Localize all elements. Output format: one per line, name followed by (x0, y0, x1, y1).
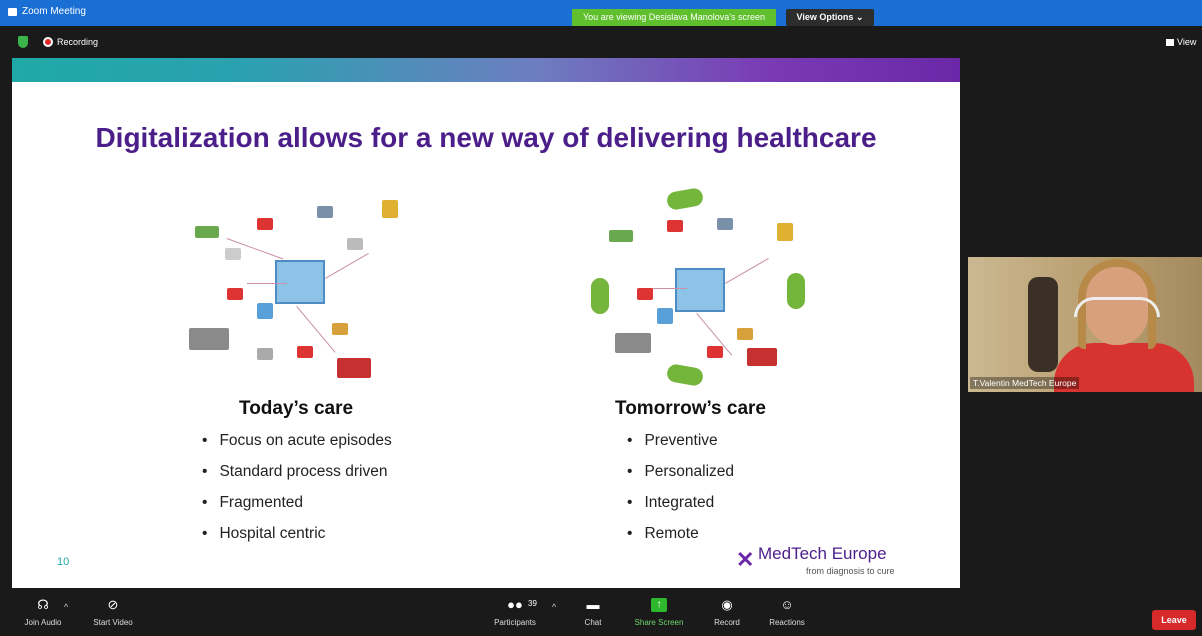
cycle-arrow-icon (665, 187, 705, 211)
start-video-label: Start Video (93, 618, 133, 627)
clinic-icon (257, 218, 273, 230)
security-shield-icon[interactable] (18, 36, 28, 48)
device-icon (257, 348, 273, 360)
slide-title: Digitalization allows for a new way of d… (95, 122, 877, 153)
clinic-icon (667, 220, 683, 232)
participants-options-chevron-icon[interactable]: ^ (552, 602, 556, 612)
participant-name-label: T.Valentin MedTech Europe (970, 377, 1080, 389)
chat-icon: ▬ (586, 597, 600, 612)
leave-button[interactable]: Leave (1152, 610, 1196, 630)
house-red-icon (337, 358, 371, 378)
viewing-screen-banner: You are viewing Desislava Manolova's scr… (572, 9, 776, 26)
meeting-topbar: Recording View (0, 26, 1202, 58)
house-red-icon (747, 348, 777, 366)
chat-button[interactable]: ▬ Chat (558, 597, 628, 628)
share-screen-icon: ↑ (651, 598, 667, 612)
list-item: Preventive (627, 432, 734, 463)
medtech-mark-icon: ✕ (736, 547, 755, 572)
record-label: Record (714, 618, 740, 627)
record-icon: ◉ (721, 597, 733, 612)
list-item: Focus on acute episodes (202, 432, 391, 463)
home-icon (637, 288, 653, 300)
ambulance-icon (225, 248, 241, 260)
first-aid-icon (297, 346, 313, 358)
share-screen-button[interactable]: ↑ Share Screen (624, 598, 694, 627)
doctor-icon (257, 303, 273, 319)
monitor-icon (347, 238, 363, 250)
cycle-arrow-icon (665, 363, 705, 387)
cycle-arrow-icon (787, 273, 805, 309)
slide-page-number: 10 (57, 556, 70, 568)
list-item: Personalized (627, 463, 734, 494)
recording-label: Recording (57, 37, 99, 47)
cycle-arrow-icon (591, 278, 609, 314)
headphones-icon (1074, 297, 1160, 317)
list-item: Hospital centric (202, 525, 392, 556)
participants-icon: ●● (507, 597, 523, 612)
participants-label: Participants (494, 618, 536, 627)
start-video-button[interactable]: ⊘ Start Video (78, 597, 148, 628)
hospital-building-icon (275, 260, 325, 304)
headphones-icon: ☊ (37, 597, 49, 612)
shared-screen-slide: Digitalization allows for a new way of d… (12, 58, 960, 588)
first-aid-icon (707, 346, 723, 358)
reactions-icon: ☺ (780, 597, 794, 612)
join-audio-label: Join Audio (24, 618, 62, 627)
participant-video-tile[interactable]: T.Valentin MedTech Europe (968, 257, 1202, 392)
view-button[interactable]: View (1166, 37, 1196, 47)
house-icon (609, 230, 633, 242)
today-care-heading: Today’s care (239, 398, 354, 419)
chat-label: Chat (584, 618, 602, 627)
doctor-icon (657, 308, 673, 324)
participant-count: 39 (528, 599, 537, 608)
share-screen-label: Share Screen (634, 618, 684, 627)
tomorrow-care-list: Preventive Personalized Integrated Remot… (627, 432, 734, 556)
hospital-building-icon (675, 268, 725, 312)
today-care-illustration (187, 198, 417, 383)
clinic-building-icon (615, 333, 651, 353)
audio-options-chevron-icon[interactable]: ^ (64, 602, 68, 612)
view-options-button[interactable]: View Options ⌄ (786, 9, 874, 26)
worker-icon (332, 323, 348, 335)
clinic-building-icon (189, 328, 229, 350)
participants-button[interactable]: ●● Participants (480, 597, 550, 628)
reactions-button[interactable]: ☺ Reactions (752, 597, 822, 628)
list-item: Remote (627, 525, 734, 556)
slide-header-band (12, 58, 960, 82)
window-titlebar: Zoom Meeting You are viewing Desislava M… (0, 0, 1202, 26)
window-title: Zoom Meeting (22, 6, 86, 17)
phone-icon (777, 223, 793, 241)
view-label: View (1177, 37, 1197, 47)
list-item: Standard process driven (202, 463, 392, 494)
house-icon (195, 226, 219, 238)
tomorrow-care-heading: Tomorrow’s care (615, 398, 766, 419)
recording-icon (43, 37, 53, 47)
video-off-icon: ⊘ (107, 597, 119, 612)
meeting-toolbar: ☊ Join Audio ^ ⊘ Start Video ●● Particip… (0, 592, 1202, 636)
list-item: Integrated (627, 494, 734, 525)
tomorrow-care-illustration (587, 187, 817, 387)
logo-tagline: from diagnosis to cure (806, 566, 895, 576)
home-icon (227, 288, 243, 300)
reactions-label: Reactions (769, 618, 805, 627)
grid-view-icon (1166, 38, 1174, 46)
app-title: Zoom Meeting (8, 6, 86, 17)
office-icon (717, 218, 733, 230)
list-item: Fragmented (202, 494, 392, 525)
logo-name: MedTech Europe (758, 544, 887, 563)
worker-icon (737, 328, 753, 340)
phone-icon (382, 200, 398, 218)
office-icon (317, 206, 333, 218)
today-care-list: Focus on acute episodes Standard process… (202, 432, 392, 556)
zoom-logo-icon (8, 7, 17, 16)
